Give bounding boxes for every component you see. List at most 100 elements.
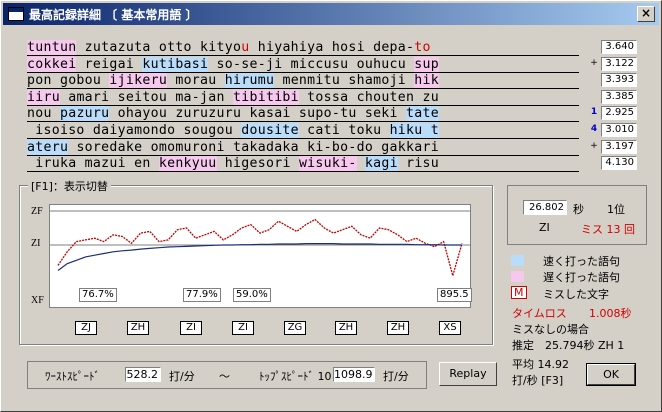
graph-ylabel-zf: ZF bbox=[31, 206, 43, 217]
worst-speed-value: 528.2 bbox=[125, 367, 161, 382]
score-value: 3.197 bbox=[601, 139, 637, 154]
ok-button[interactable]: OK bbox=[586, 363, 636, 386]
rank-label: 1位 bbox=[607, 203, 625, 216]
grade-tag: XS bbox=[439, 321, 461, 335]
text-line: pon gobou ijikeru morau hirumu menmitu s… bbox=[27, 73, 579, 90]
text-segment: zutazuta otto kityo bbox=[76, 40, 242, 55]
slow-word: tuntun bbox=[27, 40, 77, 55]
estimate-label: 推定 25.794秒 ZH 1 bbox=[512, 339, 625, 352]
graph-ylabel-xf: XF bbox=[31, 295, 44, 306]
slow-word: ijikeru bbox=[109, 73, 168, 89]
average-series-line bbox=[57, 242, 462, 271]
slow-word: kenkyuu bbox=[158, 156, 217, 172]
fast-word: hirumu bbox=[224, 73, 275, 89]
fast-word: ateru bbox=[27, 139, 69, 155]
slow-word: iiru bbox=[27, 89, 60, 105]
score-value: 3.385 bbox=[601, 89, 637, 104]
text-row: isoiso daiyamondo sougou dousite cati to… bbox=[27, 122, 579, 140]
top-speed-value: 1098.9 bbox=[333, 367, 375, 382]
time-unit: 秒 bbox=[573, 203, 584, 216]
text-line: iiru amari seitou ma-jan tibitibi tossa … bbox=[27, 89, 579, 106]
text-segment: isoiso daiyamondo sougou bbox=[27, 122, 242, 138]
text-row: pon gobou ijikeru morau hirumu menmitu s… bbox=[27, 73, 579, 90]
score-value: 4.130 bbox=[601, 156, 637, 171]
score-row: 4 3.010 bbox=[589, 122, 639, 140]
score-value: 2.925 bbox=[601, 106, 637, 121]
percent-label: 895.5 bbox=[437, 288, 472, 302]
score-row: 3.385 bbox=[589, 89, 639, 107]
text-line: cokkei reigai kutibasi so-se-ji miccusu … bbox=[27, 56, 579, 73]
score-mark: 4 bbox=[590, 123, 598, 134]
score-mark: + bbox=[590, 57, 598, 68]
average-unit: 打/秒 [F3] bbox=[512, 374, 564, 387]
slow-word: sup bbox=[414, 56, 439, 72]
text-line: tuntun zutazuta otto kityou hiyahiya hos… bbox=[27, 40, 579, 56]
fast-word: kutibasi bbox=[142, 56, 209, 72]
title-bar: 最高記録詳細 〔 基本常用語 〕 × bbox=[3, 3, 659, 25]
slow-word: hik bbox=[414, 73, 440, 89]
score-row: 3.393 bbox=[589, 73, 639, 90]
legend-fast-label: 速く打った語句 bbox=[543, 255, 620, 268]
text-line: ateru soredake omomuroni takadaka ki-bo-… bbox=[27, 139, 579, 156]
text-segment: amari seitou ma-jan bbox=[59, 89, 233, 105]
replay-button[interactable]: Replay bbox=[439, 362, 497, 386]
text-line: nou pazuru ohayou zuruzuru kasai supo-tu… bbox=[27, 106, 579, 123]
timeloss-value: 1.008秒 bbox=[589, 307, 632, 320]
time-value: 26.802 bbox=[523, 200, 567, 215]
legend-miss-label: ミスした文字 bbox=[543, 288, 609, 301]
text-row: cokkei reigai kutibasi so-se-ji miccusu … bbox=[27, 56, 579, 74]
top-speed-unit: 打/分 bbox=[383, 370, 409, 383]
text-segment: cati toku bbox=[298, 122, 390, 138]
text-row: ateru soredake omomuroni takadaka ki-bo-… bbox=[27, 139, 579, 157]
graph-title[interactable]: [F1]：表示切替 bbox=[28, 178, 111, 194]
score-mark: + bbox=[590, 140, 598, 151]
text-segment: higesori bbox=[216, 156, 299, 172]
timeloss-label: タイムロス bbox=[512, 307, 567, 320]
text-segment: morau bbox=[167, 73, 225, 89]
close-button[interactable]: × bbox=[637, 6, 655, 22]
score-row: 3.640 bbox=[589, 40, 639, 57]
text-segment: pon bbox=[27, 73, 52, 89]
legend-miss-mark: M bbox=[511, 286, 527, 299]
legend-fast-swatch bbox=[511, 255, 524, 266]
grade-tag: ZH bbox=[387, 321, 409, 335]
slow-word: wisuki- bbox=[298, 156, 357, 172]
fast-word: pazuru bbox=[59, 106, 110, 122]
graph-ylabel-zi: ZI bbox=[31, 238, 41, 249]
text-segment bbox=[357, 156, 365, 171]
nomiss-label: ミスなしの場合 bbox=[512, 323, 589, 336]
grade-tag: ZJ bbox=[75, 321, 97, 335]
fast-word: tate bbox=[406, 106, 439, 122]
score-value: 3.010 bbox=[601, 122, 637, 137]
miss-count: ミス 13 回 bbox=[581, 223, 635, 236]
score-value: 3.640 bbox=[601, 40, 637, 54]
text-segment: soredake omomuroni takadaka ki-bo-do gak… bbox=[68, 139, 439, 155]
app-icon bbox=[8, 7, 24, 21]
text-segment: hiyahiya hosi depa- bbox=[249, 40, 415, 55]
grade-tag: ZI bbox=[180, 321, 202, 335]
percent-label: 59.0% bbox=[233, 288, 271, 302]
score-row: 4.130 bbox=[589, 156, 639, 173]
worst-speed-unit: 打/分 bbox=[169, 370, 195, 383]
range-tilde: ～ bbox=[219, 370, 230, 383]
text-segment: gobou bbox=[51, 73, 110, 89]
speed-series-line bbox=[57, 218, 463, 279]
grade-label: ZI bbox=[539, 221, 550, 234]
fast-word: dousite bbox=[241, 122, 299, 138]
fast-word: kagi bbox=[364, 156, 398, 172]
score-row: +3.197 bbox=[589, 139, 639, 157]
record-details-window: 最高記録詳細 〔 基本常用語 〕 × tuntun zutazuta otto … bbox=[0, 0, 662, 412]
typed-text-area: tuntun zutazuta otto kityou hiyahiya hos… bbox=[27, 40, 579, 173]
score-row: 1 2.925 bbox=[589, 106, 639, 123]
score-mark: 1 bbox=[590, 107, 598, 118]
grade-tag: ZG bbox=[284, 321, 306, 335]
text-segment: reigai bbox=[76, 56, 143, 72]
line-scores: 3.640 +3.122 3.393 3.385 1 2.925 4 3.010 +3.197 4… bbox=[589, 40, 639, 173]
text-segment: so-se-ji miccusu ouhucu bbox=[208, 56, 415, 72]
slow-word: cokkei bbox=[27, 56, 77, 72]
text-row: iiru amari seitou ma-jan tibitibi tossa … bbox=[27, 89, 579, 107]
top-speed-label: ﾄｯﾌﾟｽﾋﾟｰﾄﾞ 10 bbox=[259, 370, 332, 383]
text-row: iruka mazui en kenkyuu higesori wisuki- … bbox=[27, 156, 579, 173]
window-title: 最高記録詳細 〔 基本常用語 〕 bbox=[29, 8, 198, 22]
fast-word: hiku t bbox=[389, 122, 439, 138]
